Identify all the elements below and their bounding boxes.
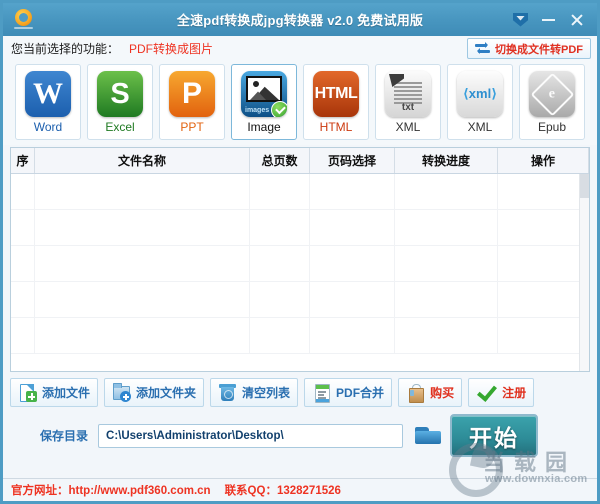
swap-arrows-icon	[475, 42, 490, 54]
txt-glyph: txt	[401, 102, 415, 113]
folder-icon[interactable]	[415, 425, 443, 447]
action-button-bar: 添加文件 添加文件夹 清空列表 PDF合并 购买 注册	[3, 372, 597, 407]
table-header-row: 序 文件名称 总页数 页码选择 转换进度 操作	[11, 148, 589, 174]
xml-glyph: ⟨xml⟩	[462, 86, 498, 101]
add-file-icon	[18, 383, 37, 402]
html-glyph: HTML	[314, 85, 358, 102]
xml-format-icon: ⟨xml⟩	[457, 71, 503, 117]
check-icon	[476, 383, 497, 402]
add-file-button[interactable]: 添加文件	[10, 378, 99, 407]
format-caption-epub: Epub	[537, 120, 567, 134]
epub-format-icon: e	[529, 71, 575, 117]
column-header-progress: 转换进度	[395, 148, 498, 173]
word-format-icon: W	[25, 71, 71, 117]
format-selector: W Word S Excel P PPT images Image HTML H…	[3, 61, 597, 145]
table-row[interactable]	[11, 174, 589, 210]
table-row[interactable]	[11, 210, 589, 246]
txt-format-icon: txt	[385, 71, 431, 117]
switch-button-label: 切换成文件转PDF	[495, 43, 583, 56]
function-bar: 您当前选择的功能： PDF转换成图片 切换成文件转PDF	[3, 36, 597, 61]
clear-list-label: 清空列表	[242, 386, 291, 400]
app-logo-icon	[11, 7, 37, 33]
format-button-word[interactable]: W Word	[15, 64, 81, 140]
clear-list-button[interactable]: 清空列表	[210, 378, 299, 407]
pdf-merge-button[interactable]: PDF合并	[304, 378, 393, 407]
ppt-format-icon: P	[169, 71, 215, 117]
file-list-table: 序 文件名称 总页数 页码选择 转换进度 操作	[10, 147, 590, 372]
format-caption-image: Image	[247, 120, 281, 134]
word-glyph: W	[33, 77, 63, 110]
table-vertical-scrollbar[interactable]	[579, 174, 589, 371]
shopping-bag-icon	[406, 383, 425, 403]
current-function-value: PDF转换成图片	[129, 42, 214, 56]
column-header-index: 序	[11, 148, 35, 173]
table-row[interactable]	[11, 318, 589, 354]
format-caption-html: HTML	[319, 120, 353, 134]
selected-check-icon	[271, 101, 287, 117]
footer-qq: 联系QQ：1328271526	[224, 485, 341, 497]
footer-website[interactable]: 官方网址：http://www.pdf360.com.cn	[11, 482, 211, 498]
start-button-label: 开始	[469, 424, 520, 451]
title-bar: 全速pdf转换成jpg转换器 v2.0 免费试用版	[3, 3, 597, 36]
buy-label: 购买	[430, 386, 455, 400]
format-button-txt[interactable]: txt XML	[375, 64, 441, 140]
column-header-filename: 文件名称	[35, 148, 250, 173]
trash-icon	[218, 383, 237, 402]
format-button-image[interactable]: images Image	[231, 64, 297, 140]
epub-glyph: e	[548, 86, 556, 101]
html-format-icon: HTML	[313, 71, 359, 117]
add-file-label: 添加文件	[42, 386, 91, 400]
table-body[interactable]	[11, 174, 589, 371]
table-row[interactable]	[11, 246, 589, 282]
close-icon[interactable]	[569, 12, 584, 27]
format-button-xml[interactable]: ⟨xml⟩ XML	[447, 64, 513, 140]
window-title: 全速pdf转换成jpg转换器 v2.0 免费试用版	[176, 13, 424, 28]
format-caption-xml: XML	[467, 120, 493, 134]
save-directory-row: 保存目录 C:\Users\Administrator\Desktop\ 开始	[3, 407, 597, 457]
merge-icon	[312, 383, 331, 403]
add-folder-label: 添加文件夹	[136, 386, 197, 400]
footer-bar: 官方网址：http://www.pdf360.com.cn 联系QQ：13282…	[3, 478, 597, 501]
format-button-html[interactable]: HTML HTML	[303, 64, 369, 140]
add-folder-icon	[112, 383, 132, 402]
column-header-operation: 操作	[498, 148, 589, 173]
save-directory-label: 保存目录	[40, 429, 89, 443]
column-header-pagecount: 总页数	[250, 148, 310, 173]
format-caption-excel: Excel	[105, 120, 135, 134]
format-caption-word: Word	[33, 120, 63, 134]
minimize-icon[interactable]	[541, 12, 556, 27]
window-controls	[513, 12, 597, 27]
shield-down-icon[interactable]	[513, 12, 528, 27]
format-caption-txt: XML	[395, 120, 421, 134]
application-window: 全速pdf转换成jpg转换器 v2.0 免费试用版 您当前选择的功能： PDF转…	[0, 0, 600, 504]
column-header-pageselect: 页码选择	[310, 148, 395, 173]
register-label: 注册	[502, 386, 527, 400]
table-row[interactable]	[11, 282, 589, 318]
excel-format-icon: S	[97, 71, 143, 117]
add-folder-button[interactable]: 添加文件夹	[104, 378, 205, 407]
pdf-merge-label: PDF合并	[336, 386, 385, 400]
current-function-label: 您当前选择的功能：	[11, 42, 120, 56]
scrollbar-thumb[interactable]	[580, 174, 589, 198]
register-button[interactable]: 注册	[468, 378, 535, 407]
format-button-ppt[interactable]: P PPT	[159, 64, 225, 140]
image-glyph: images	[245, 107, 270, 114]
switch-to-file-to-pdf-button[interactable]: 切换成文件转PDF	[467, 38, 591, 59]
save-path-input[interactable]: C:\Users\Administrator\Desktop\	[98, 423, 404, 448]
format-button-excel[interactable]: S Excel	[87, 64, 153, 140]
format-button-epub[interactable]: e Epub	[519, 64, 585, 140]
start-button[interactable]: 开始	[450, 414, 539, 457]
image-format-icon: images	[241, 71, 287, 117]
ppt-glyph: P	[181, 77, 202, 110]
buy-button[interactable]: 购买	[398, 378, 463, 407]
format-caption-ppt: PPT	[180, 120, 204, 134]
excel-glyph: S	[110, 77, 130, 110]
